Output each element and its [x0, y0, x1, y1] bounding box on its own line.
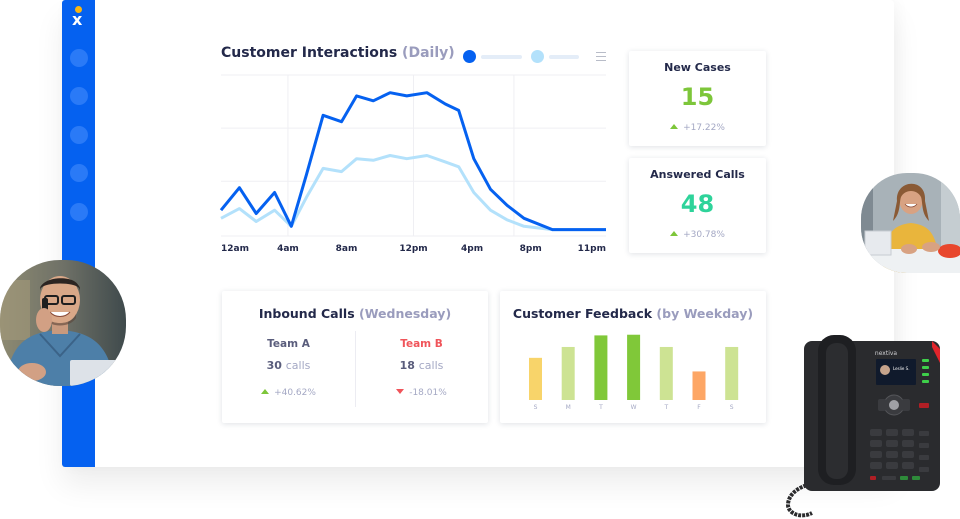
- feedback-bar[interactable]: [725, 346, 739, 400]
- feedback-bar[interactable]: [659, 346, 673, 400]
- desk-phone: nextiva Leslie S.: [782, 333, 942, 519]
- bar-category-label: M: [566, 404, 571, 411]
- feedback-bar[interactable]: [692, 371, 706, 400]
- agent-photo-woman: [861, 173, 960, 273]
- bar-category-label: S: [534, 404, 538, 411]
- phone-screen-name: Leslie S.: [893, 366, 909, 371]
- feedback-bar[interactable]: [561, 346, 575, 400]
- feedback-bar[interactable]: [594, 335, 608, 400]
- woman-at-desk-image: [861, 173, 960, 273]
- man-on-phone-image: [0, 260, 126, 386]
- phone-brand-label: nextiva: [875, 350, 898, 357]
- bar-category-label: W: [631, 404, 637, 411]
- bar-category-label: T: [598, 404, 603, 411]
- bar-category-label: T: [663, 404, 668, 411]
- feedback-bar[interactable]: [627, 334, 641, 400]
- bar-category-label: F: [697, 404, 701, 411]
- bar-category-label: S: [730, 404, 734, 411]
- agent-photo-man: [0, 260, 126, 386]
- stage: x Customer Interactions (Daily) 12am 4am 8…: [0, 0, 960, 519]
- feedback-bar[interactable]: [529, 357, 542, 400]
- desk-phone-image: nextiva Leslie S.: [785, 335, 940, 518]
